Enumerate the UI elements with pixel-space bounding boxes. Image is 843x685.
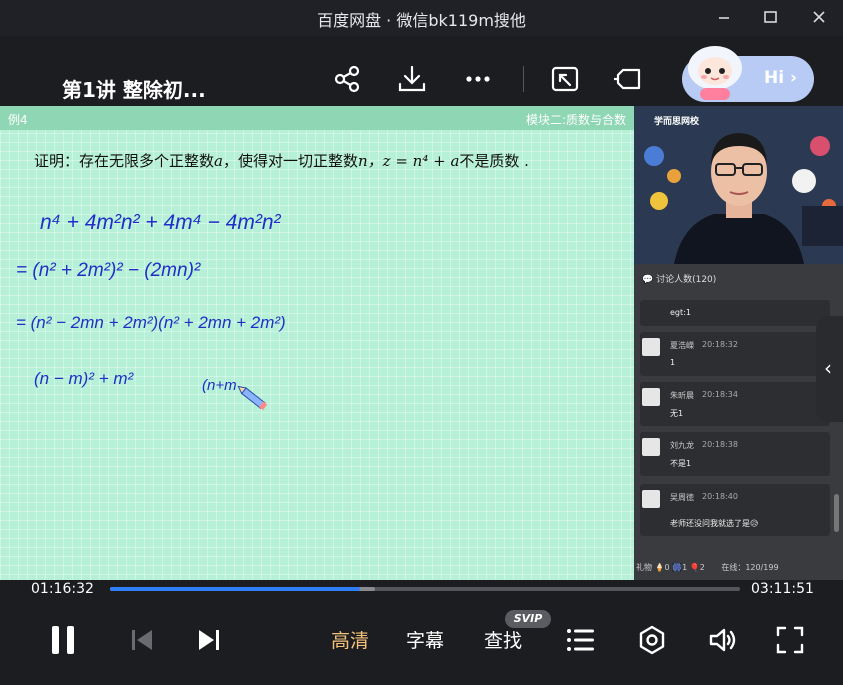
avatar xyxy=(642,338,660,356)
skip-previous-icon xyxy=(132,630,152,650)
assistant-button[interactable]: Hi › xyxy=(682,46,814,102)
maximize-icon[interactable] xyxy=(757,4,785,30)
chat-message-text: 无1 xyxy=(670,409,684,418)
svip-badge: SVIP xyxy=(505,610,551,628)
minimize-icon[interactable] xyxy=(710,4,738,30)
next-button[interactable] xyxy=(195,627,223,657)
school-logo: 学而思网校 xyxy=(654,117,700,127)
online-count: 在线：120/199 xyxy=(721,563,779,572)
chat-message-text: egt:1 xyxy=(670,308,691,317)
whiteboard: 例4 模块二:质数与合数 证明：存在无限多个正整数a，使得对一切正整数n，z =… xyxy=(0,106,634,580)
fullscreen-icon xyxy=(776,626,804,654)
mascot-icon xyxy=(688,46,742,100)
chat-footer: 礼物 🍦0 🎆1 🎈2 在线：120/199 xyxy=(636,562,779,573)
chat-message: 朱昕晨 20:18:34 无1 xyxy=(640,382,830,426)
pencil-icon xyxy=(237,385,268,411)
avatar xyxy=(642,490,660,508)
chevron-left-icon: ‹ xyxy=(824,356,832,380)
avatar xyxy=(642,438,660,456)
progress-bar[interactable] xyxy=(110,587,740,591)
hexagon-settings-icon xyxy=(639,625,665,655)
chat-message-time: 20:18:40 xyxy=(702,492,738,501)
chat-message: egt:1 xyxy=(640,300,830,326)
volume-button[interactable] xyxy=(707,624,739,660)
pause-button[interactable] xyxy=(46,623,80,661)
list-icon xyxy=(567,629,594,651)
quality-button[interactable]: 高清 xyxy=(331,626,369,653)
picture-in-picture-icon[interactable] xyxy=(613,62,647,96)
download-icon[interactable] xyxy=(395,62,429,96)
progress-fill xyxy=(110,587,361,591)
collapse-panel-button[interactable]: ‹ xyxy=(816,316,843,422)
volume-icon xyxy=(709,628,736,652)
chat-header: 💬 讨论人数(120) xyxy=(642,272,716,285)
current-time: 01:16:32 xyxy=(31,581,94,597)
chat-header-label: 讨论人数(120) xyxy=(656,275,717,285)
previous-button[interactable] xyxy=(128,627,156,657)
close-icon[interactable] xyxy=(805,4,833,30)
settings-button[interactable] xyxy=(636,624,668,660)
chat-message: 夏浩嶸 20:18:32 1 xyxy=(640,332,830,376)
chat-message-text: 老师还没问我就选了是😥 xyxy=(670,519,759,528)
subtitle-button[interactable]: 字幕 xyxy=(406,626,444,653)
handwriting-line-1: n⁴ + 4m²n² + 4m⁴ − 4m²n² xyxy=(40,211,282,234)
lesson-title: 第1讲 整除初... xyxy=(62,78,206,102)
more-icon[interactable] xyxy=(461,62,495,96)
chat-message: 吴周徳 20:18:40 老师还没问我就选了是😥 xyxy=(640,484,830,536)
chat-message-text: 1 xyxy=(670,358,676,367)
chat-message-text: 不是1 xyxy=(670,459,692,468)
chat-message: 刘九龙 20:18:38 不是1 xyxy=(640,432,830,476)
chat-bubble-icon: 💬 xyxy=(642,275,654,285)
header-divider xyxy=(523,66,524,92)
player-header: 第1讲 整除初... Hi › xyxy=(0,36,843,106)
avatar xyxy=(642,388,660,406)
chat-message-time: 20:18:34 xyxy=(702,390,738,399)
chat-message-name: 夏浩嶸 xyxy=(670,341,694,350)
search-button[interactable]: 查找 xyxy=(484,626,522,653)
player-controls: 01:16:32 03:11:51 高清 字幕 查找 SVIP xyxy=(0,580,843,685)
gift-counts: 礼物 🍦0 🎆1 🎈2 xyxy=(636,563,705,572)
handwriting-line-5: (n+m xyxy=(202,377,237,394)
pause-icon xyxy=(52,626,74,654)
handwriting-line-4: (n − m)² + m² xyxy=(34,369,135,388)
assistant-label: Hi › xyxy=(764,68,797,88)
chat-panel: 💬 讨论人数(120) egt:1 夏浩嶸 20:18:32 1 朱昕晨 20:… xyxy=(634,264,843,580)
handwriting-line-3: = (n² − 2mn + 2m²)(n² + 2mn + 2m²) xyxy=(16,313,286,332)
chat-message-time: 20:18:32 xyxy=(702,340,738,349)
handwriting-line-2: = (n² + 2m²)² − (2mn)² xyxy=(16,260,201,281)
chat-message-name: 吴周徳 xyxy=(670,493,694,502)
video-area[interactable]: 例4 模块二:质数与合数 证明：存在无限多个正整数a，使得对一切正整数n，z =… xyxy=(0,106,843,580)
chat-message-name: 朱昕晨 xyxy=(670,391,694,400)
chat-scrollbar[interactable] xyxy=(834,494,839,532)
screen-cast-icon[interactable] xyxy=(548,62,582,96)
teacher-camera: 学而思网校 xyxy=(634,106,843,264)
share-icon[interactable] xyxy=(330,62,364,96)
total-time: 03:11:51 xyxy=(751,581,814,597)
fullscreen-button[interactable] xyxy=(775,625,805,659)
handwriting-layer: n⁴ + 4m²n² + 4m⁴ − 4m²n² = (n² + 2m²)² −… xyxy=(16,211,286,411)
playlist-button[interactable] xyxy=(566,626,596,658)
chat-message-time: 20:18:38 xyxy=(702,440,738,449)
skip-next-icon xyxy=(199,630,219,650)
window-titlebar: 百度网盘 · 微信bk119m搜他 xyxy=(0,0,843,36)
chat-message-name: 刘九龙 xyxy=(670,441,694,450)
